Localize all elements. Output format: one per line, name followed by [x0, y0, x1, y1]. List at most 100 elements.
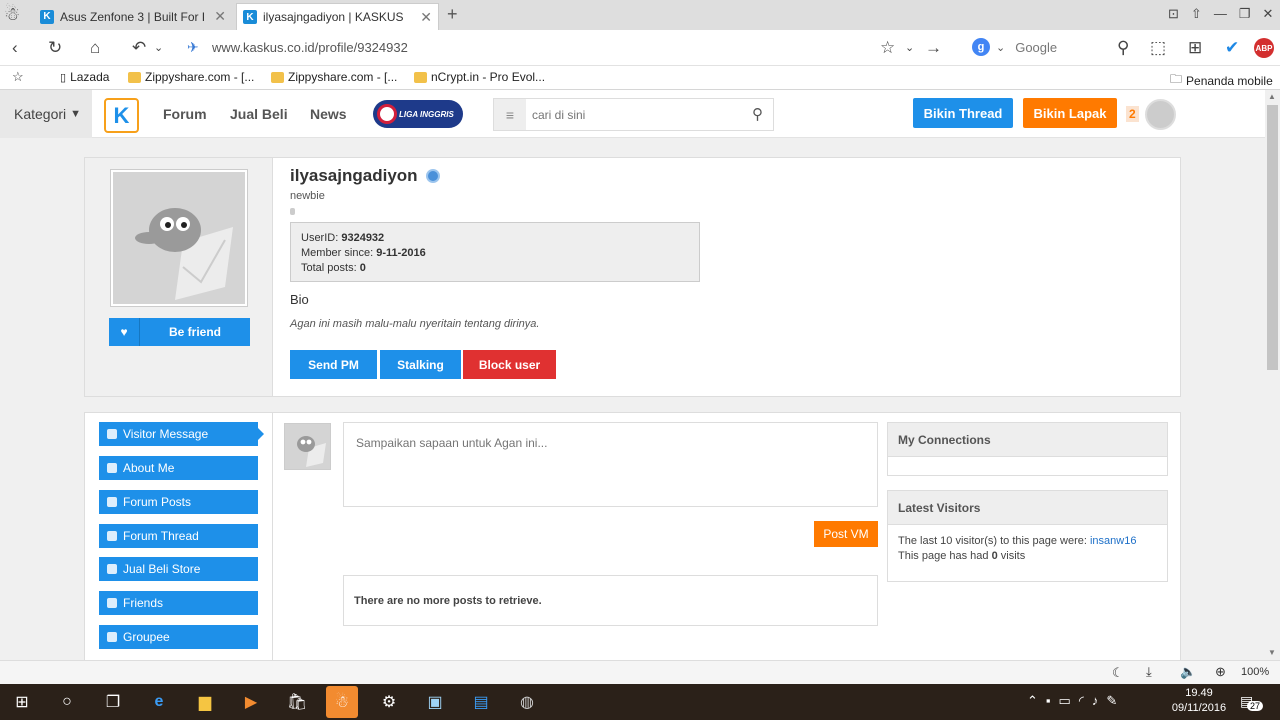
bookmark-zippyshare-2[interactable]: Zippyshare.com - [...	[271, 70, 397, 84]
menu-icon[interactable]: ≡	[494, 99, 526, 130]
search-icon[interactable]: ⚲	[752, 105, 763, 123]
pen-icon[interactable]: ✎	[1106, 693, 1117, 709]
task-view-icon[interactable]: ❐	[102, 692, 124, 712]
bookmark-lazada[interactable]: ▯ Lazada	[60, 70, 109, 84]
bookmark-zippyshare-1[interactable]: Zippyshare.com - [...	[128, 70, 254, 84]
block-user-button[interactable]: Block user	[463, 350, 556, 379]
zoom-level[interactable]: 100%	[1241, 666, 1269, 678]
visits-count: 0	[991, 550, 998, 562]
scroll-down-icon[interactable]: ▼	[1268, 648, 1276, 657]
sidebar-item-visitor-message[interactable]: Visitor Message	[99, 422, 258, 446]
kaskus-logo[interactable]: K	[104, 98, 139, 133]
sidebar-item-jual-beli-store[interactable]: Jual Beli Store	[99, 557, 258, 581]
search-icon[interactable]: ⚲	[1117, 38, 1129, 58]
settings-gear-icon[interactable]: ⚙	[378, 692, 400, 712]
post-vm-button[interactable]: Post VM	[814, 521, 878, 547]
bookmark-star-icon[interactable]: ☆	[12, 69, 24, 85]
new-tab-icon[interactable]: +	[447, 4, 458, 25]
bookmark-icon	[414, 71, 427, 83]
bookmark-ncrypt[interactable]: nCrypt.in - Pro Evol...	[414, 70, 545, 84]
search-input[interactable]	[532, 105, 732, 125]
nav-jual-beli[interactable]: Jual Beli	[230, 106, 288, 122]
be-friend-button[interactable]: ♥ Be friend	[109, 318, 250, 346]
tray-app-icon[interactable]: ▪	[1046, 693, 1051, 709]
sidebar-item-about-me[interactable]: About Me	[99, 456, 258, 480]
chevron-down-icon[interactable]: ⌄	[154, 41, 163, 54]
folder-icon: 🗀	[1170, 72, 1183, 86]
user-avatar[interactable]	[1145, 99, 1176, 130]
back-icon[interactable]: ‹	[12, 38, 18, 58]
nav-news[interactable]: News	[310, 106, 347, 122]
search-engine-select[interactable]: g ⌄ Google	[972, 38, 1057, 56]
scrollbar-thumb[interactable]	[1267, 105, 1278, 370]
visitor-message-input[interactable]	[343, 422, 878, 507]
media-player-icon[interactable]: ▶	[240, 692, 262, 712]
speaker-icon[interactable]: ♪	[1092, 693, 1099, 709]
skin-icon[interactable]: ⇧	[1191, 6, 1202, 22]
friends-icon	[107, 598, 117, 608]
sidebar-item-forum-posts[interactable]: Forum Posts	[99, 490, 258, 514]
bikin-lapak-button[interactable]: Bikin Lapak	[1023, 98, 1117, 128]
browser-tab-kaskus[interactable]: K ilyasajngadiyon | KASKUS ✕	[236, 3, 439, 30]
browser-logo-icon[interactable]: ☃	[4, 4, 28, 26]
close-icon[interactable]: ✕	[214, 8, 226, 25]
sidebar-item-friends[interactable]: Friends	[99, 591, 258, 615]
store-icon[interactable]: 🛍	[286, 692, 308, 712]
chevron-down-icon: ▼	[70, 108, 82, 120]
profile-avatar	[110, 169, 248, 307]
kategori-menu[interactable]: Kategori ▼	[0, 90, 92, 138]
close-icon[interactable]: ✕	[420, 9, 432, 26]
minimize-icon[interactable]: —	[1214, 6, 1227, 22]
maximize-icon[interactable]: ❐	[1239, 6, 1251, 22]
cortana-icon[interactable]: ○	[56, 692, 78, 712]
go-arrow-icon[interactable]: →	[925, 38, 942, 58]
bookmark-mobile[interactable]: 🗀 Penanda mobile	[1170, 70, 1273, 91]
visitor-link[interactable]: insanw16	[1090, 535, 1136, 547]
rank-badge-icon	[425, 169, 440, 183]
download-icon[interactable]: ⤓	[1146, 664, 1152, 680]
screenshot-icon[interactable]: ⬚	[1150, 38, 1166, 58]
scroll-up-icon[interactable]: ▲	[1268, 92, 1276, 101]
clock[interactable]: 19.49 09/11/2016	[1166, 686, 1232, 716]
undo-icon[interactable]: ↶	[132, 38, 146, 58]
heart-icon: ♥	[109, 318, 140, 346]
check-extension-icon[interactable]: ✔	[1225, 38, 1239, 58]
browser-tab-asus[interactable]: K Asus Zenfone 3 | Built For Pho ✕	[34, 3, 232, 30]
battery-icon[interactable]: ▭	[1059, 693, 1071, 709]
edge-icon[interactable]: e	[148, 692, 170, 712]
window-close-icon[interactable]: ✕	[1262, 6, 1273, 22]
restore-tabs-icon[interactable]: ⊡	[1168, 6, 1179, 22]
total-posts-row: Total posts: 0	[301, 261, 689, 276]
sidebar-item-groupee[interactable]: Groupee	[99, 625, 258, 649]
app-blue-icon[interactable]: ▤	[470, 692, 492, 712]
refresh-icon[interactable]: ↻	[48, 38, 62, 58]
no-more-posts-text: There are no more posts to retrieve.	[354, 594, 542, 607]
address-url[interactable]: www.kaskus.co.id/profile/9324932	[212, 40, 408, 55]
notification-count-badge[interactable]: 2	[1126, 106, 1139, 122]
stalking-button[interactable]: Stalking	[380, 350, 461, 379]
sidebar-item-label: Groupee	[123, 630, 170, 644]
app-round-icon[interactable]: ◍	[516, 692, 538, 712]
nav-forum[interactable]: Forum	[163, 106, 207, 122]
site-header: Kategori ▼ K Forum Jual Beli News LIGA I…	[0, 90, 1265, 138]
adblock-icon[interactable]: ABP	[1254, 38, 1274, 58]
star-icon[interactable]: ☆	[880, 38, 895, 58]
wifi-icon[interactable]: ◜	[1079, 693, 1084, 709]
uc-browser-icon[interactable]: ☃	[326, 686, 358, 718]
tray-chevron-icon[interactable]: ⌃	[1027, 693, 1038, 709]
liga-inggris-banner[interactable]: LIGA INGGRIS	[373, 100, 463, 128]
user-rank: newbie	[290, 190, 325, 202]
file-explorer-icon[interactable]: ▆	[194, 692, 216, 712]
night-mode-icon[interactable]: ☾	[1112, 665, 1124, 681]
home-icon[interactable]: ⌂	[90, 38, 100, 58]
window-controls: ⊡ ⇧ — ❐ ✕	[1168, 6, 1273, 22]
bikin-thread-button[interactable]: Bikin Thread	[913, 98, 1013, 128]
sidebar-item-forum-thread[interactable]: Forum Thread	[99, 524, 258, 548]
extensions-icon[interactable]: ⊞	[1188, 38, 1202, 58]
zoom-icon[interactable]: ⊕	[1215, 664, 1226, 680]
volume-icon[interactable]: 🔈	[1180, 664, 1196, 680]
windows-start-icon[interactable]: ⊞	[11, 692, 33, 712]
send-pm-button[interactable]: Send PM	[290, 350, 377, 379]
app-window-icon[interactable]: ▣	[424, 692, 446, 712]
chevron-down-icon[interactable]: ⌄	[905, 41, 914, 54]
